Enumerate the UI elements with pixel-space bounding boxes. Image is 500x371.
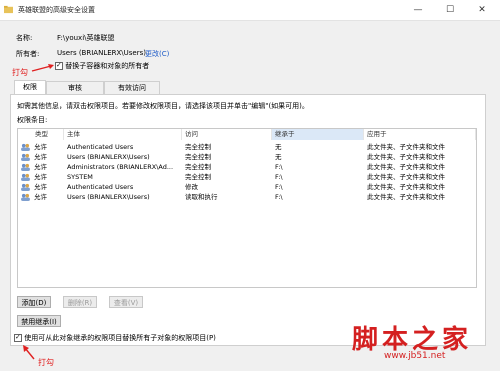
replace-owner-checkbox-row[interactable]: 替换子容器和对象的所有者 (55, 61, 149, 71)
advanced-security-window: 英雄联盟的高级安全设置 — ☐ ✕ 名称: F:\youxi\英雄联盟 所有者:… (0, 0, 500, 371)
row-type: 允许 (34, 163, 47, 171)
entries-label: 权限条目: (17, 116, 48, 124)
disable-inheritance-button[interactable]: 禁用继承(I) (17, 315, 61, 327)
row-type: 允许 (34, 153, 47, 161)
annotation-bottom: 打勾 (38, 358, 54, 367)
row-applies: 此文件夹、子文件夹和文件 (367, 163, 445, 171)
row-inherited: F:\ (275, 193, 283, 201)
folder-shield-icon (4, 5, 13, 14)
replace-child-permissions-label: 使用可从此对象继承的权限项目替换所有子对象的权限项目(P) (24, 334, 216, 342)
users-icon (21, 173, 30, 181)
row-principal: Administrators (BRIANLERX\Ad... (67, 163, 174, 171)
watermark-url: www.jb51.net (384, 351, 446, 361)
permissions-panel: 如需其他信息，请双击权限项目。若要修改权限项目，请选择该项目并单击"编辑"(如果… (10, 94, 486, 346)
table-row[interactable]: 允许 Authenticated Users 修改 F:\ 此文件夹、子文件夹和… (18, 182, 476, 192)
row-inherited: 无 (275, 153, 282, 161)
change-owner-link[interactable]: 更改(C) (145, 49, 169, 59)
row-inherited: F:\ (275, 183, 283, 191)
annotation-arrow-icon (31, 64, 54, 72)
users-icon (21, 143, 30, 151)
row-type: 允许 (34, 143, 47, 151)
name-label: 名称: (16, 34, 33, 42)
replace-owner-checkbox[interactable] (55, 61, 63, 70)
remove-button[interactable]: 删除(R) (63, 296, 97, 308)
row-type: 允许 (34, 183, 47, 191)
name-value: F:\youxi\英雄联盟 (57, 34, 115, 42)
annotation-top: 打勾 (12, 68, 28, 77)
column-access[interactable]: 访问 (182, 129, 272, 140)
users-icon (21, 193, 30, 201)
minimize-button[interactable]: — (404, 0, 432, 20)
title-bar: 英雄联盟的高级安全设置 — ☐ ✕ (0, 0, 500, 21)
row-type: 允许 (34, 173, 47, 181)
users-icon (21, 183, 30, 191)
replace-child-permissions-checkbox[interactable] (14, 333, 22, 342)
row-principal: SYSTEM (67, 173, 93, 181)
table-row[interactable]: 允许 Authenticated Users 完全控制 无 此文件夹、子文件夹和… (18, 142, 476, 152)
table-row[interactable]: 允许 Administrators (BRIANLERX\Ad... 完全控制 … (18, 162, 476, 172)
row-inherited: 无 (275, 143, 282, 151)
add-button[interactable]: 添加(D) (17, 296, 51, 308)
close-button[interactable]: ✕ (468, 0, 496, 20)
row-principal: Users (BRIANLERX\Users) (67, 153, 150, 161)
window-title: 英雄联盟的高级安全设置 (18, 6, 95, 14)
row-applies: 此文件夹、子文件夹和文件 (367, 183, 445, 191)
row-access: 完全控制 (185, 153, 211, 161)
maximize-button[interactable]: ☐ (436, 0, 464, 20)
tab-auditing[interactable]: 审核 (46, 81, 104, 94)
column-type[interactable]: 类型 (32, 129, 64, 140)
replace-child-permissions-row[interactable]: 使用可从此对象继承的权限项目替换所有子对象的权限项目(P) (14, 333, 216, 343)
row-access: 修改 (185, 183, 198, 191)
row-principal: Authenticated Users (67, 183, 134, 191)
owner-label: 所有者: (16, 50, 40, 58)
users-icon (21, 163, 30, 171)
column-applies-to[interactable]: 应用于 (364, 129, 476, 140)
permission-entries-grid: 类型 主体 访问 继承于 应用于 允许 Authenticated Users … (17, 128, 477, 288)
row-inherited: F:\ (275, 163, 283, 171)
row-principal: Authenticated Users (67, 143, 134, 151)
column-inherited-from[interactable]: 继承于 (272, 129, 364, 140)
row-access: 完全控制 (185, 143, 211, 151)
table-row[interactable]: 允许 Users (BRIANLERX\Users) 完全控制 无 此文件夹、子… (18, 152, 476, 162)
tab-effective-access[interactable]: 有效访问 (104, 81, 160, 94)
row-inherited: F:\ (275, 173, 283, 181)
row-access: 完全控制 (185, 173, 211, 181)
row-access: 完全控制 (185, 163, 211, 171)
tab-permissions[interactable]: 权限 (14, 80, 46, 95)
row-applies: 此文件夹、子文件夹和文件 (367, 173, 445, 181)
annotation-arrow-icon (23, 345, 35, 360)
row-access: 读取和执行 (185, 193, 218, 201)
owner-value: Users (BRIANLERX\Users) (57, 49, 146, 57)
table-row[interactable]: 允许 SYSTEM 完全控制 F:\ 此文件夹、子文件夹和文件 (18, 172, 476, 182)
row-applies: 此文件夹、子文件夹和文件 (367, 153, 445, 161)
column-principal[interactable]: 主体 (64, 129, 182, 140)
table-row[interactable]: 允许 Users (BRIANLERX\Users) 读取和执行 F:\ 此文件… (18, 192, 476, 202)
row-type: 允许 (34, 193, 47, 201)
row-applies: 此文件夹、子文件夹和文件 (367, 143, 445, 151)
row-principal: Users (BRIANLERX\Users) (67, 193, 150, 201)
replace-owner-label: 替换子容器和对象的所有者 (65, 62, 150, 70)
view-button[interactable]: 查看(V) (109, 296, 143, 308)
users-icon (21, 153, 30, 161)
info-text: 如需其他信息，请双击权限项目。若要修改权限项目，请选择该项目并单击"编辑"(如果… (17, 102, 309, 110)
row-applies: 此文件夹、子文件夹和文件 (367, 193, 445, 201)
